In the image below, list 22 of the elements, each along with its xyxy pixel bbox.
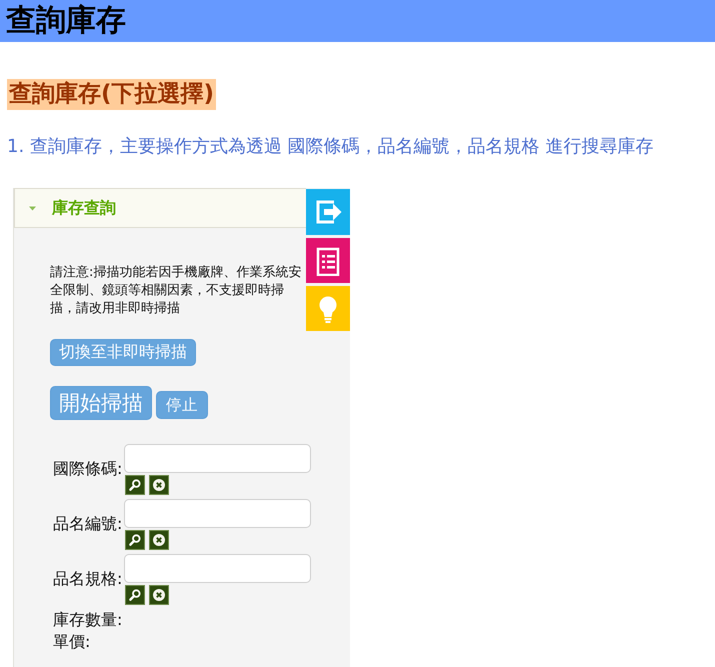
notice-text: 請注意:掃描功能若因手機廠牌、作業系統安全限制、鏡頭等相關因素，不支援即時掃描，請改用非即時掃描 — [50, 264, 302, 318]
search-icon[interactable] — [125, 530, 145, 550]
input-field[interactable] — [124, 554, 311, 583]
start-scan-button[interactable]: 開始掃描 — [50, 386, 152, 420]
panel-header[interactable]: 庫存查詢 — [14, 188, 306, 228]
list-icon[interactable] — [306, 238, 350, 283]
field-label: 品名編號: — [53, 514, 122, 534]
input-field[interactable] — [124, 499, 311, 528]
field-label: 品名規格: — [53, 569, 122, 589]
search-icon[interactable] — [125, 475, 145, 495]
exit-icon[interactable] — [306, 189, 350, 235]
stop-button[interactable]: 停止 — [156, 391, 208, 419]
field-label: 國際條碼: — [53, 459, 122, 479]
readout-label: 單價: — [53, 631, 90, 653]
panel-title: 庫存查詢 — [52, 198, 116, 218]
readout-label: 庫存數量: — [53, 609, 122, 631]
page-title: 查詢庫存 — [6, 3, 126, 39]
input-field[interactable] — [124, 444, 311, 473]
section-heading: 查詢庫存(下拉選擇) — [7, 79, 216, 110]
intro-text: 1. 查詢庫存，主要操作方式為透過 國際條碼，品名編號，品名規格 進行搜尋庫存 — [7, 136, 654, 157]
search-icon[interactable] — [125, 585, 145, 605]
switch-mode-button[interactable]: 切換至非即時掃描 — [50, 339, 196, 366]
